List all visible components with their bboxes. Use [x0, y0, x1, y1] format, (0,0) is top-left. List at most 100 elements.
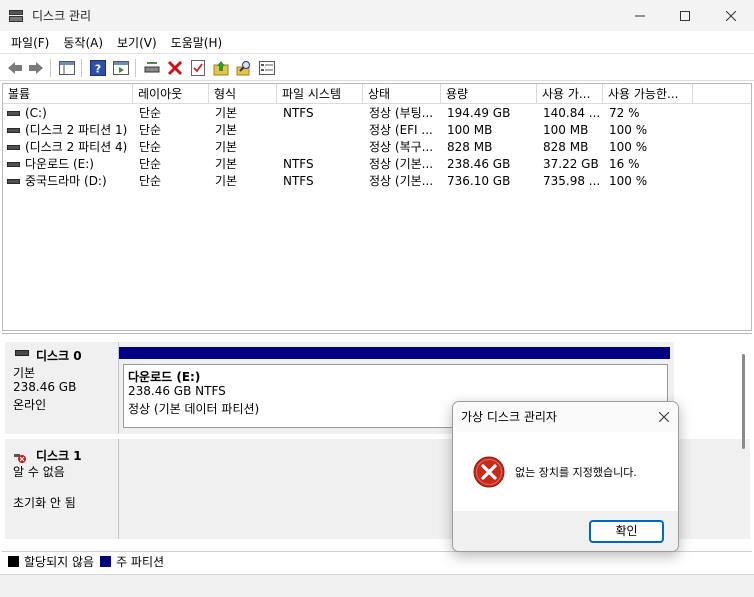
list-view-button[interactable]	[258, 59, 276, 77]
show-hide-action-pane-button[interactable]	[112, 59, 130, 77]
table-row[interactable]: (C:) 단순 기본 NTFS 정상 (부팅... 194.49 GB 140.…	[3, 105, 751, 122]
cell-volume: 다운로드 (E:)	[25, 157, 94, 171]
cell-file-system: NTFS	[283, 106, 314, 120]
delete-x-icon	[167, 60, 183, 76]
disk-management-app-icon	[9, 9, 25, 23]
cell-layout: 단순	[139, 140, 162, 154]
cell-free-space: 828 MB	[543, 140, 589, 154]
column-header-percent-free[interactable]: 사용 가능한...	[603, 84, 693, 104]
table-row[interactable]: 다운로드 (E:) 단순 기본 NTFS 정상 (기본... 238.46 GB…	[3, 156, 751, 173]
menu-action[interactable]: 동작(A)	[56, 34, 110, 51]
cell-volume: (C:)	[25, 106, 47, 120]
cell-status: 정상 (부팅...	[369, 106, 434, 120]
disk-1-name: 디스크 1	[36, 449, 82, 463]
volume-list: 볼륨 레이아웃 형식 파일 시스템 상태 용량 사용 가... 사용 가능한..…	[2, 83, 752, 331]
cell-capacity: 736.10 GB	[447, 174, 511, 188]
close-button[interactable]	[708, 0, 754, 31]
cell-free-space: 735.98 ...	[543, 174, 601, 188]
disk-1-label[interactable]: 디스크 1 알 수 없음 초기화 안 됨	[5, 439, 119, 539]
cell-status: 정상 (기본...	[369, 157, 434, 171]
menu-file[interactable]: 파일(F)	[4, 34, 56, 51]
cell-type: 기본	[215, 157, 238, 171]
title-bar: 디스크 관리	[0, 0, 754, 31]
menu-view[interactable]: 보기(V)	[110, 34, 164, 51]
dialog-close-button[interactable]	[651, 402, 677, 432]
toolbar-separator	[50, 59, 51, 77]
disk-1-init-status: 초기화 안 됨	[13, 496, 76, 510]
table-row[interactable]: 중국드라마 (D:) 단순 기본 NTFS 정상 (기본... 736.10 G…	[3, 173, 751, 190]
minimize-button[interactable]	[617, 0, 663, 31]
show-hide-console-tree-button[interactable]	[58, 59, 76, 77]
properties-button[interactable]	[189, 59, 207, 77]
cell-capacity: 100 MB	[447, 123, 493, 137]
connect-virtual-disk-button[interactable]	[143, 59, 161, 77]
cell-status: 정상 (기본...	[369, 174, 434, 188]
cell-free-space: 140.84 ...	[543, 106, 601, 120]
action-pane-icon	[113, 61, 129, 75]
disk-connect-icon	[144, 62, 160, 73]
column-header-volume[interactable]: 볼륨	[3, 84, 133, 104]
toolbar-separator	[81, 59, 82, 77]
column-header-capacity[interactable]: 용량	[441, 84, 537, 104]
cell-percent-free: 16 %	[609, 157, 640, 171]
help-button[interactable]: ?	[89, 59, 107, 77]
volume-icon	[7, 128, 20, 133]
cell-free-space: 37.22 GB	[543, 157, 599, 171]
legend-unallocated-swatch	[8, 556, 19, 567]
cell-file-system	[283, 139, 363, 156]
menu-help[interactable]: 도움말(H)	[164, 34, 230, 51]
dialog-footer: 확인	[453, 511, 678, 551]
cell-status: 정상 (EFI ...	[369, 123, 433, 137]
cell-volume: (디스크 2 파티션 1)	[25, 123, 128, 137]
partition-name: 다운로드 (E:)	[128, 370, 201, 384]
cell-percent-free: 72 %	[609, 106, 640, 120]
forward-button[interactable]	[27, 59, 45, 77]
cell-percent-free: 100 %	[609, 140, 648, 154]
up-folder-button[interactable]	[212, 59, 230, 77]
cell-status: 정상 (복구...	[369, 140, 434, 154]
cell-capacity: 828 MB	[447, 140, 493, 154]
dialog-message: 없는 장치를 지정했습니다.	[515, 466, 637, 479]
cell-layout: 단순	[139, 106, 162, 120]
column-header-layout[interactable]: 레이아웃	[133, 84, 209, 104]
search-button[interactable]	[235, 59, 253, 77]
disk-0-type: 기본	[13, 366, 36, 380]
column-header-status[interactable]: 상태	[363, 84, 441, 104]
disk-0-size: 238.46 GB	[13, 380, 77, 394]
cell-percent-free: 100 %	[609, 123, 648, 137]
column-header-free-space[interactable]: 사용 가...	[537, 84, 603, 104]
disk-0-status: 온라인	[13, 398, 47, 412]
legend: 할당되지 않음 주 파티션	[2, 551, 752, 571]
volume-icon	[7, 145, 20, 150]
legend-primary-swatch	[100, 556, 112, 567]
table-row[interactable]: (디스크 2 파티션 4) 단순 기본 정상 (복구... 828 MB 828…	[3, 139, 751, 156]
legend-primary-label: 주 파티션	[116, 555, 165, 569]
partition-size: 238.46 GB NTFS	[128, 384, 226, 398]
ok-button[interactable]: 확인	[589, 520, 664, 543]
legend-unallocated-label: 할당되지 않음	[24, 555, 95, 569]
table-row[interactable]: (디스크 2 파티션 1) 단순 기본 정상 (EFI ... 100 MB 1…	[3, 122, 751, 139]
vertical-scrollbar[interactable]	[742, 354, 745, 449]
disk-0-label[interactable]: 디스크 0 기본 238.46 GB 온라인	[5, 342, 119, 434]
dialog-body: 없는 장치를 지정했습니다.	[453, 432, 678, 511]
console-tree-icon	[59, 61, 75, 75]
table-header: 볼륨 레이아웃 형식 파일 시스템 상태 용량 사용 가... 사용 가능한..…	[3, 84, 751, 104]
back-arrow-icon	[8, 62, 22, 74]
delete-button[interactable]	[166, 59, 184, 77]
cell-file-system: NTFS	[283, 157, 314, 171]
cell-volume: 중국드라마 (D:)	[25, 174, 107, 188]
back-button[interactable]	[6, 59, 24, 77]
cell-file-system	[283, 122, 363, 139]
column-header-type[interactable]: 형식	[209, 84, 277, 104]
maximize-button[interactable]	[662, 0, 708, 31]
dialog-title: 가상 디스크 관리자	[453, 402, 678, 432]
primary-partition-bar	[119, 347, 670, 359]
cell-type: 기본	[215, 140, 238, 154]
cell-layout: 단순	[139, 157, 162, 171]
cell-capacity: 238.46 GB	[447, 157, 511, 171]
svg-text:?: ?	[95, 63, 101, 76]
minimize-icon	[635, 15, 645, 16]
cell-type: 기본	[215, 174, 238, 188]
column-header-file-system[interactable]: 파일 시스템	[277, 84, 363, 104]
disk-0-name: 디스크 0	[36, 349, 82, 363]
